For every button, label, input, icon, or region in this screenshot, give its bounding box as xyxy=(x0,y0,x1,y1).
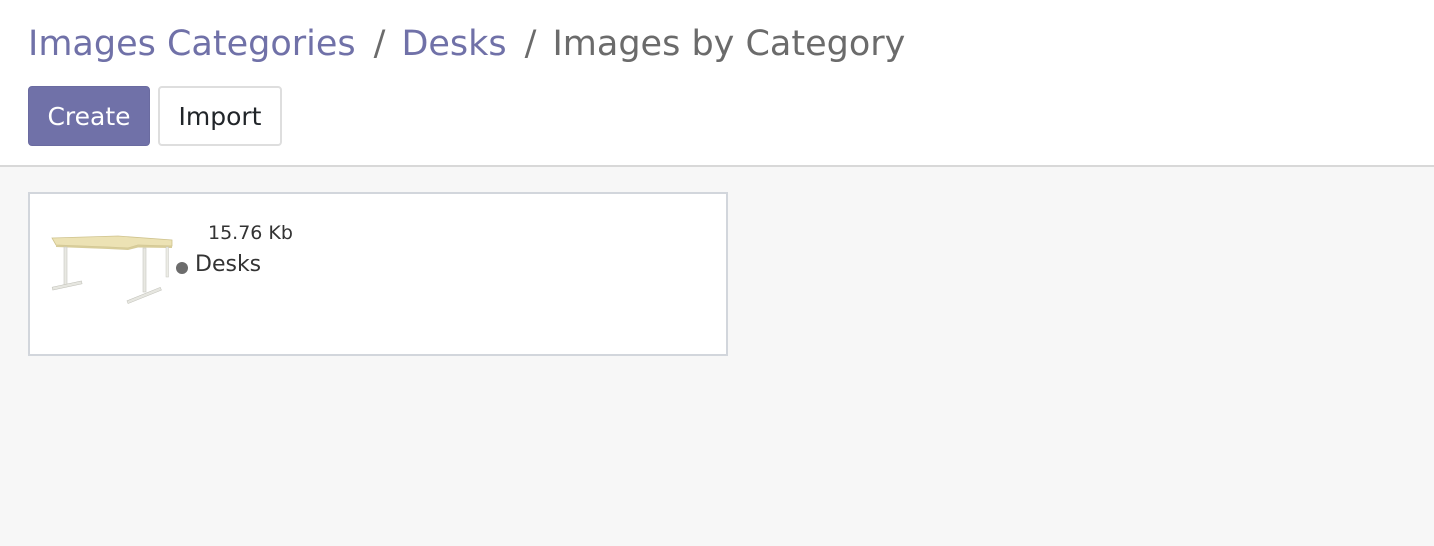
breadcrumb: Images Categories / Desks / Images by Catego… xyxy=(28,22,905,66)
import-button[interactable]: Import xyxy=(158,86,282,146)
file-size-label: 15.76 Kb xyxy=(208,222,293,244)
breadcrumb-item-desks[interactable]: Desks xyxy=(401,24,506,64)
category-name: Desks xyxy=(195,252,262,277)
breadcrumb-item-images-categories[interactable]: Images Categories xyxy=(28,24,356,64)
kanban-record-card[interactable]: 15.76 Kb Desks xyxy=(28,192,728,356)
desk-image xyxy=(48,228,176,320)
status-dot-icon xyxy=(176,262,188,274)
control-panel: Images Categories / Desks / Images by Catego… xyxy=(0,0,1434,167)
breadcrumb-separator: / xyxy=(524,24,537,64)
create-button[interactable]: Create xyxy=(28,86,150,146)
breadcrumb-current: Images by Category xyxy=(552,24,906,64)
breadcrumb-separator: / xyxy=(373,24,386,64)
